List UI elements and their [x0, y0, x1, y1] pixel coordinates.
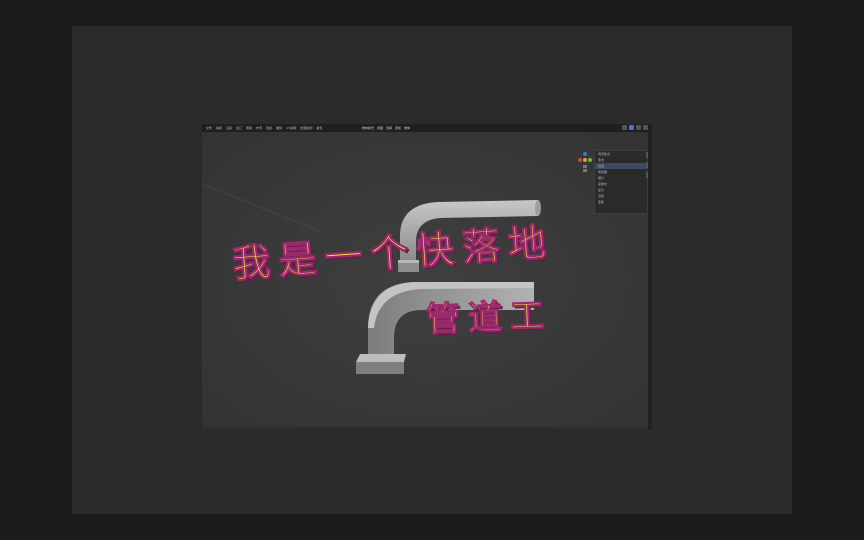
menu-item[interactable]: 文件 — [206, 126, 212, 130]
properties-panel: 场景集合 集合 管道 修改器 细分 实体化 显示 渲染 变换 — [594, 150, 648, 214]
y-axis-icon[interactable] — [588, 158, 592, 162]
viewport-header-tools: 物体模式 视图 选择 添加 物体 — [362, 125, 410, 131]
view-menu[interactable]: 视图 — [377, 126, 383, 130]
navigation-gizmo[interactable] — [576, 150, 594, 174]
menu-item[interactable]: 纹理绘制 — [300, 126, 312, 130]
select-menu[interactable]: 选择 — [386, 126, 392, 130]
right-scrollbar[interactable] — [648, 132, 652, 430]
menu-item[interactable]: 布局 — [256, 126, 262, 130]
zoom-icon[interactable] — [583, 165, 587, 168]
view-center-icon[interactable] — [583, 158, 587, 162]
menu-item[interactable]: 编辑 — [216, 126, 222, 130]
props-row[interactable]: 变换 — [595, 199, 647, 205]
wireframe-shading-icon[interactable] — [622, 125, 627, 130]
menu-item[interactable]: 雕刻 — [276, 126, 282, 130]
menu-item[interactable]: 建模 — [266, 126, 272, 130]
menu-item[interactable]: UV编辑 — [286, 126, 296, 130]
z-axis-icon[interactable] — [583, 152, 587, 156]
menu-item[interactable]: 帮助 — [246, 126, 252, 130]
menu-item[interactable]: 渲染 — [226, 126, 232, 130]
x-axis-icon[interactable] — [578, 158, 582, 162]
caption-line-2: 管道工 — [425, 295, 553, 341]
object-menu[interactable]: 物体 — [404, 126, 410, 130]
add-menu[interactable]: 添加 — [395, 126, 401, 130]
shading-tools — [622, 125, 648, 130]
menu-item[interactable]: 着色 — [316, 126, 322, 130]
top-menu-bar: 文件 编辑 渲染 窗口 帮助 布局 建模 雕刻 UV编辑 纹理绘制 着色 物体模… — [202, 124, 652, 132]
material-shading-icon[interactable] — [636, 125, 641, 130]
status-bar — [202, 427, 648, 430]
pan-icon[interactable] — [583, 169, 587, 172]
solid-shading-icon[interactable] — [629, 125, 634, 130]
menu-item[interactable]: 窗口 — [236, 126, 242, 130]
render-shading-icon[interactable] — [643, 125, 648, 130]
mode-selector[interactable]: 物体模式 — [362, 126, 374, 130]
